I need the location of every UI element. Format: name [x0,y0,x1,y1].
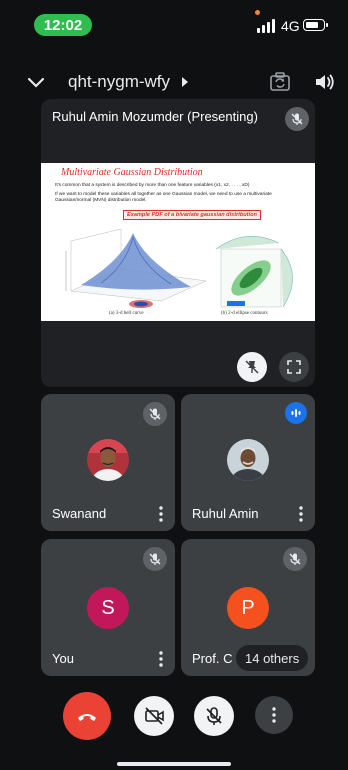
bell-curve-3d-plot [65,228,207,308]
participant-name: Ruhul Amin [192,506,259,521]
ellipse-contour-plot [215,235,293,308]
avatar: P [227,587,269,629]
more-vert-icon[interactable] [159,506,163,522]
participant-name: You [52,651,74,666]
muted-indicator [143,547,167,571]
battery-icon [303,19,328,31]
switch-camera-icon[interactable] [268,70,292,94]
status-bar: 12:02 4G [0,0,348,50]
participant-name: Swanand [52,506,107,521]
home-indicator[interactable] [117,762,231,766]
mic-toggle-button[interactable] [194,696,234,736]
unpin-button[interactable] [237,352,267,382]
privacy-indicator-dot [255,10,260,15]
mic-off-icon [149,553,161,565]
muted-indicator [143,402,167,426]
slide-title: Multivariate Gaussian Distribution [61,167,203,178]
unpin-icon [245,360,259,374]
avatar [87,439,129,481]
hang-up-button[interactable] [63,692,111,740]
speaker-icon[interactable] [314,72,336,92]
network-type: 4G [281,18,300,34]
call-controls [0,692,348,742]
more-vert-icon[interactable] [299,506,303,522]
phone-hangup-icon [78,714,96,721]
fullscreen-button[interactable] [279,352,309,382]
participant-tile-prof-c[interactable]: P Prof. C 14 others [181,539,315,676]
figure-caption-a: (a) 3-d bell curve [109,311,144,316]
slide-highlight-box: Example PDF of a bivariate gaussian dist… [123,210,261,220]
participant-tile-swanand[interactable]: Swanand [41,394,175,531]
camera-toggle-button[interactable] [134,696,174,736]
others-count-pill[interactable]: 14 others [236,645,309,671]
meeting-header: qht-nygm-wfy [0,60,348,104]
shared-slide: Multivariate Gaussian Distribution It's … [41,163,315,321]
slide-text-paragraph: If we want to model these variables all … [55,192,272,203]
mic-off-icon [291,113,303,125]
speaking-indicator [285,402,307,424]
camera-off-icon [145,707,164,725]
signal-icon [257,19,277,33]
presentation-tile[interactable]: Ruhul Amin Mozumder (Presenting) Multiva… [41,99,315,387]
presenter-muted-indicator [285,107,309,131]
participant-tile-ruhul-amin[interactable]: Ruhul Amin [181,394,315,531]
participant-name: Prof. C [192,651,233,666]
mic-off-icon [289,553,301,565]
avatar: S [87,587,129,629]
status-time: 12:02 [34,14,92,36]
slide-figures [65,228,293,308]
figure-caption-b: (b) 2-d ellipse contours [221,311,268,316]
more-options-button[interactable] [255,696,293,734]
presenter-label: Ruhul Amin Mozumder (Presenting) [52,109,258,124]
meeting-code[interactable]: qht-nygm-wfy [68,72,170,92]
avatar [227,439,269,481]
slide-text-line: It's common that a system is described b… [55,183,250,188]
more-vert-icon [272,707,276,723]
fullscreen-icon [287,360,301,374]
participant-tile-you[interactable]: S You [41,539,175,676]
muted-indicator [283,547,307,571]
more-vert-icon[interactable] [159,651,163,667]
chevron-down-icon[interactable] [26,72,46,92]
mic-off-icon [149,408,161,420]
caret-right-icon[interactable] [180,76,190,88]
audio-wave-icon [291,409,301,417]
mic-off-icon [206,707,222,725]
